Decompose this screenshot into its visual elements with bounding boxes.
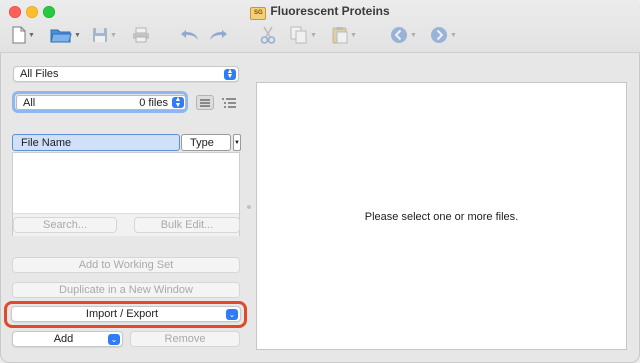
- preview-pane: Please select one or more files.: [256, 82, 627, 350]
- undo-button[interactable]: [180, 24, 200, 46]
- chevron-down-icon: ▼: [234, 139, 240, 146]
- forward-button[interactable]: ▼: [430, 24, 457, 46]
- app-window: SG Fluorescent Proteins ▼ ▼ ▼ ▼ ▼ ▼ ▼ Al…: [0, 0, 640, 363]
- file-count: 0 files: [139, 97, 168, 109]
- undo-icon: [181, 30, 198, 40]
- redo-icon: [210, 30, 227, 40]
- open-folder-icon: [50, 29, 72, 43]
- back-button[interactable]: ▼: [390, 24, 417, 46]
- bulk-edit-button[interactable]: Bulk Edit...: [134, 217, 240, 233]
- back-icon: [391, 27, 407, 43]
- add-select[interactable]: Add ⌄: [12, 331, 123, 347]
- file-name-column-header[interactable]: File Name: [12, 134, 180, 151]
- outline-view-icon: [222, 98, 236, 107]
- import-export-label: Import / Export: [85, 308, 159, 320]
- forward-icon: [431, 27, 447, 43]
- filter-value: All: [23, 97, 36, 109]
- save-button[interactable]: ▼: [92, 24, 117, 46]
- scope-select[interactable]: All Files ▲ ▼: [13, 66, 239, 82]
- add-to-working-set-button[interactable]: Add to Working Set: [12, 257, 240, 273]
- title-bar: SG Fluorescent Proteins ▼ ▼ ▼ ▼ ▼ ▼ ▼: [0, 0, 640, 53]
- file-name-column-label: File Name: [21, 136, 72, 149]
- filter-select[interactable]: All 0 files ▲ ▼: [16, 95, 186, 110]
- chevron-down-icon: ▼: [110, 31, 117, 39]
- save-icon: [93, 28, 107, 42]
- document-icon: SG: [250, 7, 267, 20]
- copy-button[interactable]: ▼: [290, 24, 317, 46]
- new-document-icon: [12, 26, 26, 44]
- import-export-select[interactable]: Import / Export ⌄: [11, 306, 241, 322]
- open-button[interactable]: ▼: [50, 24, 81, 46]
- updown-arrows-icon: ▲ ▼: [224, 68, 236, 80]
- pane-splitter-handle[interactable]: [247, 205, 251, 209]
- remove-button[interactable]: Remove: [130, 331, 240, 347]
- chevron-down-icon: ⌄: [226, 308, 238, 320]
- print-button[interactable]: [132, 24, 150, 46]
- search-button[interactable]: Search...: [13, 217, 117, 233]
- chevron-down-icon: ▼: [410, 31, 417, 39]
- window-title-text: Fluorescent Proteins: [270, 4, 390, 18]
- list-view-icon: [200, 99, 210, 106]
- cut-button[interactable]: [260, 24, 276, 46]
- chevron-down-icon: ⌄: [108, 333, 120, 345]
- duplicate-window-button[interactable]: Duplicate in a New Window: [12, 282, 240, 298]
- type-column-header[interactable]: Type: [181, 134, 231, 151]
- redo-button[interactable]: [208, 24, 228, 46]
- list-view-button[interactable]: [196, 95, 214, 110]
- print-icon: [133, 27, 149, 43]
- paste-button[interactable]: ▼: [332, 24, 357, 46]
- chevron-down-icon: ▼: [350, 31, 357, 39]
- empty-selection-message: Please select one or more files.: [364, 211, 519, 223]
- chevron-down-icon: ▼: [310, 31, 317, 39]
- type-column-label: Type: [190, 136, 214, 149]
- new-document-button[interactable]: ▼: [12, 24, 35, 46]
- paste-icon: [332, 27, 348, 44]
- chevron-down-icon: ▼: [28, 31, 35, 39]
- window-title: SG Fluorescent Proteins: [0, 4, 640, 20]
- column-options-button[interactable]: ▼: [233, 134, 241, 151]
- outline-view-button[interactable]: [220, 95, 238, 110]
- updown-arrows-icon: ▲ ▼: [172, 96, 184, 109]
- cut-icon: [260, 26, 276, 44]
- chevron-down-icon: ▼: [74, 31, 81, 39]
- chevron-down-icon: ▼: [450, 31, 457, 39]
- add-select-label: Add: [53, 333, 74, 345]
- copy-icon: [290, 26, 307, 44]
- scope-select-value: All Files: [20, 68, 59, 80]
